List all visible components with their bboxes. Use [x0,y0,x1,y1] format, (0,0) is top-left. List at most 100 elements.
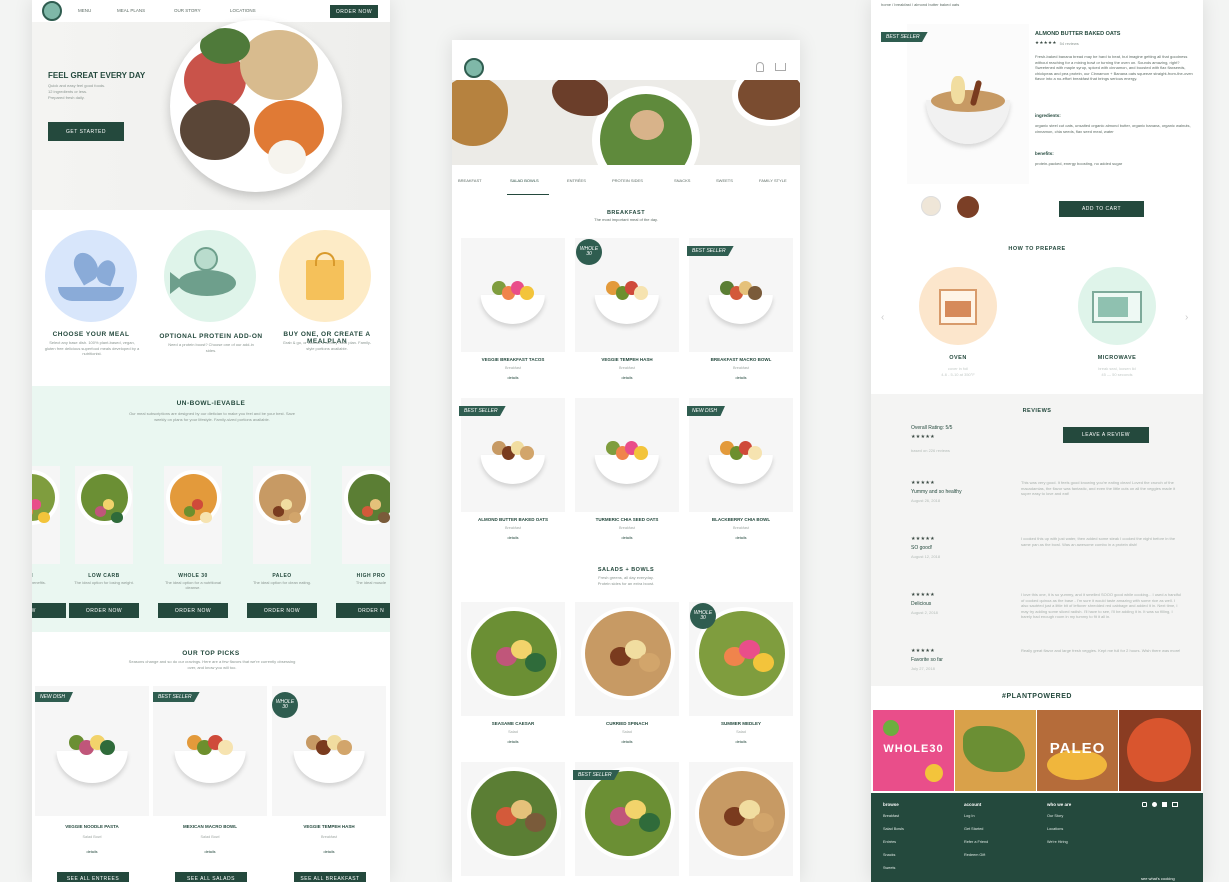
pick-details-link[interactable]: details [277,850,381,854]
product-image [907,24,1029,184]
food-piece [336,740,352,756]
food-piece [99,740,115,756]
menu-item-category: Breakfast [504,366,522,370]
hero-title: FEEL GREAT EVERY DAY [48,71,146,80]
see-all-button[interactable]: SEE ALL SALADS [175,872,247,882]
food-piece [377,512,390,523]
breakfast-sub: The most important meal of the day. [594,217,658,222]
see-all-button[interactable]: SEE ALL ENTREES [57,872,129,882]
breadcrumb[interactable]: home / breakfast / almond butter baked o… [881,2,959,7]
nav-menu[interactable]: MENU [78,8,91,13]
bowl-image [293,751,365,783]
nav-our-story[interactable]: OUR STORY [174,8,201,13]
menu-item-details-link[interactable]: details [689,536,793,540]
tab-3[interactable]: PROTEIN SIDES [612,178,643,183]
food-piece [199,512,212,523]
footer-link[interactable]: Snacks [883,853,904,866]
footer-link[interactable]: Log In [964,814,988,827]
footer-link[interactable]: We're Hiring [1047,840,1068,853]
oven-line-1: cover in foil [947,366,969,371]
order-now-button[interactable]: ORDER NOW [158,603,228,618]
based-on: based on 226 reviews [911,448,950,453]
tab-2[interactable]: ENTRÉES [567,178,586,183]
menu-item-details-link[interactable]: details [689,740,793,744]
menu-item-details-link[interactable]: details [575,536,679,540]
salads-sub-1: Fresh greens, all day everyday. [598,575,654,580]
review-count[interactable]: 54 reviews [1060,41,1079,46]
order-now-button[interactable]: ORDER NOW [330,5,378,18]
insta-tile-2[interactable] [955,710,1036,791]
menu-item-details-link[interactable]: details [461,376,565,380]
whole30-badge: WHOLE 30 [272,692,298,718]
plan-desc: The ideal option for a nutritional clean… [164,580,222,590]
get-started-button[interactable]: GET STARTED [48,122,124,141]
menu-item-details-link[interactable]: details [689,376,793,380]
tab-1[interactable]: SALAD BOWLS [510,178,539,183]
user-icon[interactable] [756,62,764,72]
review-stars: ★★★★★ [911,480,935,486]
plantpowered-title: #PLANTPOWERED [1002,693,1072,700]
footer-link[interactable]: Entrées [883,840,904,853]
food-piece [110,512,123,523]
hero-line-2: 12 ingredients or less. [48,89,88,94]
top-picks-section: OUR TOP PICKS Seasons change and so do o… [32,632,390,882]
menu-item-details-link[interactable]: details [575,376,679,380]
menu-item-details-link[interactable]: details [575,740,679,744]
logo[interactable] [464,58,484,78]
order-now-button[interactable]: ORDER NOW [247,603,317,618]
footer-link[interactable]: Breakfast [883,814,904,827]
leave-review-button[interactable]: LEAVE A REVIEW [1063,427,1149,443]
order-now-button[interactable]: OW [32,603,66,618]
step-desc-3: Grab & go, or choose a weekly meal plan.… [282,340,372,351]
tab-0[interactable]: BREAKFAST [458,178,482,183]
ingredients-text: organic steel cut oats, unsalted organic… [1035,123,1191,134]
twitter-icon[interactable] [1152,802,1157,807]
insta-tile-1[interactable]: WHOLE30 [873,710,954,791]
carousel-next-icon[interactable]: › [1185,312,1188,323]
pick-details-link[interactable]: details [158,850,262,854]
footer-link[interactable]: Locations [1047,827,1068,840]
menu-item-category: Breakfast [618,526,636,530]
linkedin-icon[interactable] [1162,802,1167,807]
add-to-cart-button[interactable]: ADD TO CART [1059,201,1144,217]
footer-seeking[interactable]: see what's cooking [1141,876,1175,881]
review-body: This was very good. It feels good knowin… [1021,480,1176,496]
instagram-icon[interactable] [1142,802,1147,807]
thumbnail-2[interactable] [957,196,979,218]
footer-link[interactable]: Salad Bowls [883,827,904,840]
review-title: Yummy and so healthy [911,489,962,495]
tab-4[interactable]: SNACKS [674,178,690,183]
logo[interactable] [42,1,62,21]
oven-icon [919,267,997,345]
cart-icon[interactable] [775,63,786,71]
order-now-button[interactable]: ORDER NOW [69,603,139,618]
tab-5[interactable]: SWEETS [716,178,733,183]
product-page-mockup: home / breakfast / almond butter baked o… [871,0,1203,882]
tab-active-underline [507,194,549,195]
unbowl-title: UN-BOWL-IEVABLE [176,400,246,407]
email-icon[interactable] [1172,802,1178,807]
see-all-button[interactable]: SEE ALL BREAKFAST [294,872,366,882]
pick-details-link[interactable]: details [40,850,144,854]
food-piece [639,812,661,832]
footer-who-list: Our Story Locations We're Hiring [1047,814,1068,853]
footer-link[interactable]: Our Story [1047,814,1068,827]
order-now-button[interactable]: ORDER N [336,603,390,618]
top-nav: MENU MEAL PLANS OUR STORY LOCATIONS ORDE… [32,0,390,22]
footer-link[interactable]: Refer a Friend [964,840,988,853]
menu-item-details-link[interactable]: details [461,536,565,540]
thumbnail-1[interactable] [921,196,941,216]
nav-meal-plans[interactable]: MEAL PLANS [117,8,145,13]
nav-locations[interactable]: LOCATIONS [230,8,256,13]
menu-item-details-link[interactable]: details [461,740,565,744]
footer-link[interactable]: Get Started [964,827,988,840]
menu-item-name: BREAKFAST MACRO BOWL [710,357,772,362]
footer-link[interactable]: Redeem Gift [964,853,988,866]
menu-item-name: VEGGIE TEMPEH HASH [601,357,653,362]
insta-tile-4[interactable] [1119,710,1201,791]
carousel-prev-icon[interactable]: ‹ [881,312,884,323]
tab-6[interactable]: FAMILY STYLE [759,178,787,183]
insta-tile-3[interactable]: PALEO [1037,710,1118,791]
footer-link[interactable]: Sweets [883,866,904,879]
food-photo [575,398,679,512]
